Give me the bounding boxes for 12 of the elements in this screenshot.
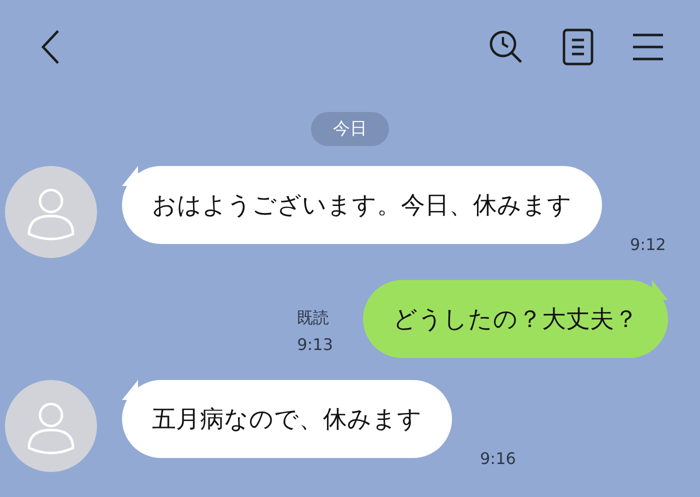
message-bubble: どうしたの？大丈夫？ [363, 280, 668, 358]
search-icon[interactable] [488, 29, 524, 65]
message-time: 9:12 [630, 235, 666, 254]
menu-icon[interactable] [632, 32, 664, 62]
notes-icon[interactable] [562, 28, 594, 66]
date-separator: 今日 [311, 112, 389, 146]
message-bubble: 五月病なので、休みます [122, 380, 452, 458]
message-bubble: おはようございます。今日、休みます [122, 166, 602, 244]
read-receipt: 既読 [297, 308, 330, 329]
message-time: 9:13 [297, 335, 333, 354]
message-time: 9:16 [480, 449, 516, 468]
back-icon[interactable] [40, 29, 60, 65]
